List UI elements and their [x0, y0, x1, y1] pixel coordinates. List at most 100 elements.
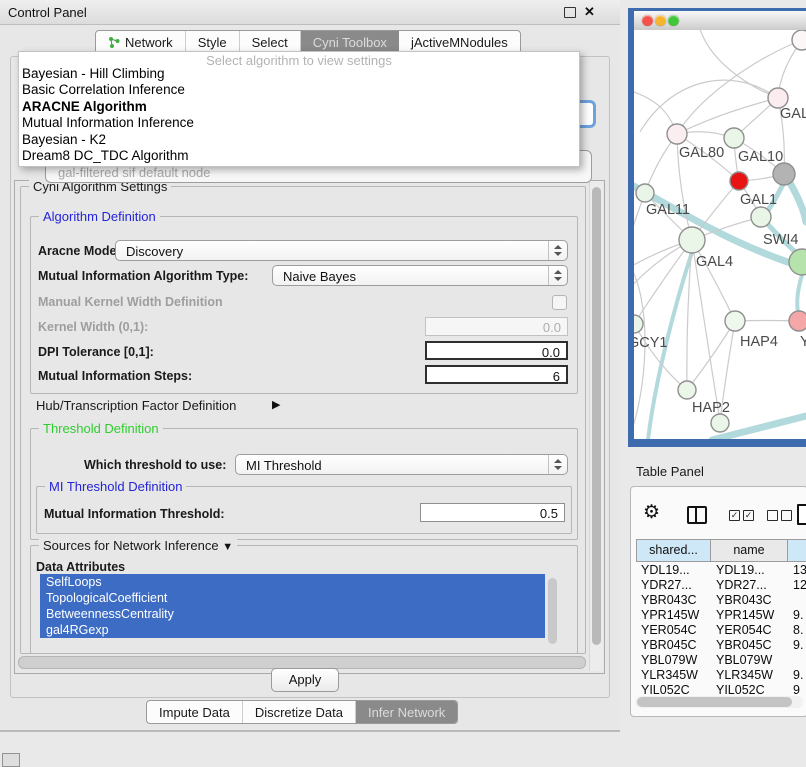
- table-hscrollbar[interactable]: [635, 696, 803, 708]
- network-node[interactable]: [634, 315, 643, 333]
- network-table-combo-value: gal-filtered sif default node: [58, 165, 210, 180]
- which-threshold-combo[interactable]: MI Threshold: [235, 454, 568, 475]
- settings-vscroll-thumb[interactable]: [592, 187, 601, 645]
- table-cell: YPR145W: [711, 608, 788, 623]
- tab-label: Select: [252, 35, 288, 50]
- manual-kernel-checkbox[interactable]: [552, 295, 567, 310]
- network-node[interactable]: [678, 381, 696, 399]
- dropdown-prompt: Select algorithm to view settings: [19, 52, 579, 66]
- table-row[interactable]: YDR27...YDR27...12: [636, 578, 806, 593]
- table-cell: YLR345W: [711, 668, 788, 683]
- mi-threshold-field[interactable]: 0.5: [420, 503, 565, 522]
- manual-kernel-label: Manual Kernel Width Definition: [38, 295, 223, 309]
- table-panel: ⚙ ✓✓ shared...nameA YDL19...YDL19...13YD…: [630, 486, 806, 717]
- data-attributes-list[interactable]: SelfLoopsTopologicalCoefficientBetweenne…: [40, 574, 568, 650]
- tab-infer-network[interactable]: Infer Network: [356, 701, 457, 723]
- mi-algorithm-type-combo[interactable]: Naive Bayes: [272, 265, 568, 286]
- network-node[interactable]: [773, 163, 795, 185]
- tab-jactivemnodules[interactable]: jActiveMNodules: [399, 31, 520, 53]
- table-cell: YDR27...: [711, 578, 788, 593]
- table-row[interactable]: YDL19...YDL19...13: [636, 563, 806, 578]
- table-cell: YBR043C: [636, 593, 711, 608]
- network-icon: [108, 36, 120, 48]
- network-node[interactable]: [667, 124, 687, 144]
- network-node[interactable]: [724, 128, 744, 148]
- network-node[interactable]: [711, 414, 729, 432]
- node-label-gcy1: GCY1: [634, 335, 668, 351]
- page-icon[interactable]: [797, 504, 806, 525]
- tab-style[interactable]: Style: [186, 31, 240, 53]
- tab-select[interactable]: Select: [240, 31, 301, 53]
- expand-arrow-icon[interactable]: ▶: [272, 398, 280, 411]
- tab-cyni-toolbox[interactable]: Cyni Toolbox: [301, 31, 399, 53]
- close-icon[interactable]: ✕: [584, 4, 595, 20]
- algorithm-option-aracne-algorithm[interactable]: ARACNE Algorithm: [19, 99, 579, 115]
- network-node[interactable]: [789, 249, 806, 275]
- algorithm-dropdown: Select algorithm to view settings Bayesi…: [18, 51, 580, 167]
- algorithm-list: Bayesian - Hill ClimbingBasic Correlatio…: [19, 66, 579, 164]
- combo-stepper-icon: [548, 455, 567, 474]
- column-header-name[interactable]: name: [711, 539, 788, 562]
- algorithm-option-dream8-dc-tdc-algorithm[interactable]: Dream8 DC_TDC Algorithm: [19, 148, 579, 164]
- table-cell: 9.: [788, 608, 806, 623]
- network-node[interactable]: [789, 311, 806, 331]
- table-cell: YBL079W: [636, 653, 711, 668]
- collapse-arrow-icon[interactable]: ▼: [222, 541, 233, 553]
- which-threshold-label: Which threshold to use:: [84, 458, 226, 472]
- gear-icon[interactable]: ⚙: [643, 503, 660, 522]
- tab-impute-data[interactable]: Impute Data: [147, 701, 243, 723]
- attribute-item-gal4rgexp[interactable]: gal4RGexp: [40, 622, 545, 638]
- hub-definition-label[interactable]: Hub/Transcription Factor Definition: [36, 398, 236, 413]
- network-node[interactable]: [730, 172, 748, 190]
- split-columns-icon[interactable]: [687, 506, 707, 524]
- mi-steps-field[interactable]: 6: [425, 365, 568, 384]
- node-label-gal11: GAL11: [646, 202, 690, 218]
- table-cell: YER054C: [636, 623, 711, 638]
- table-row[interactable]: YPR145WYPR145W9.: [636, 608, 806, 623]
- table-cell: 13: [788, 563, 806, 578]
- network-node[interactable]: [768, 88, 788, 108]
- table-row[interactable]: YER054CYER054C8.: [636, 623, 806, 638]
- checked-pair-icon[interactable]: ✓✓: [729, 510, 754, 521]
- table-cell: YDL19...: [636, 563, 711, 578]
- close-button[interactable]: [642, 15, 653, 26]
- table-hscroll-thumb[interactable]: [637, 697, 792, 707]
- kernel-width-field[interactable]: 0.0: [425, 317, 568, 336]
- minimized-panel-icon[interactable]: [2, 753, 20, 767]
- table-cell: YBL079W: [711, 653, 788, 668]
- tab-discretize-data[interactable]: Discretize Data: [243, 701, 356, 723]
- algorithm-option-basic-correlation-inference[interactable]: Basic Correlation Inference: [19, 82, 579, 98]
- tab-network[interactable]: Network: [96, 31, 186, 53]
- attributes-scrollbar[interactable]: [548, 578, 557, 644]
- network-node[interactable]: [636, 184, 654, 202]
- algorithm-option-bayesian-hill-climbing[interactable]: Bayesian - Hill Climbing: [19, 66, 579, 82]
- attribute-item-selfloops[interactable]: SelfLoops: [40, 574, 545, 590]
- float-panel-icon[interactable]: [564, 7, 576, 18]
- algorithm-option-mutual-information-inference[interactable]: Mutual Information Inference: [19, 115, 579, 131]
- table-cell: YBR045C: [636, 638, 711, 653]
- minimize-button[interactable]: [655, 15, 666, 26]
- algorithm-option-bayesian-k2[interactable]: Bayesian - K2: [19, 132, 579, 148]
- tab-label: jActiveMNodules: [411, 35, 508, 50]
- unchecked-pair-icon[interactable]: [767, 510, 792, 521]
- tab-label: Network: [125, 35, 173, 50]
- table-row[interactable]: YBR043CYBR043C: [636, 593, 806, 608]
- zoom-button[interactable]: [668, 15, 679, 26]
- attribute-item-betweennesscentrality[interactable]: BetweennessCentrality: [40, 606, 545, 622]
- network-node[interactable]: [679, 227, 705, 253]
- network-edge: [700, 30, 778, 98]
- network-canvas[interactable]: GALGAL80GAL10GAL11GAL1SWI4GAL4GCY1HAP4YH…: [634, 30, 806, 439]
- network-node[interactable]: [792, 30, 806, 50]
- settings-vscrollbar[interactable]: [589, 181, 603, 671]
- table-row[interactable]: YLR345WYLR345W9.: [636, 668, 806, 683]
- column-header-a[interactable]: A: [788, 539, 806, 562]
- attribute-item-topologicalcoefficient[interactable]: TopologicalCoefficient: [40, 590, 545, 606]
- dpi-tolerance-field[interactable]: 0.0: [425, 341, 568, 360]
- apply-button[interactable]: Apply: [271, 668, 339, 692]
- network-node[interactable]: [751, 207, 771, 227]
- column-header-shared[interactable]: shared...: [636, 539, 711, 562]
- table-row[interactable]: YBR045CYBR045C9.: [636, 638, 806, 653]
- network-node[interactable]: [725, 311, 745, 331]
- aracne-mode-combo[interactable]: Discovery: [115, 240, 568, 261]
- table-row[interactable]: YBL079WYBL079W: [636, 653, 806, 668]
